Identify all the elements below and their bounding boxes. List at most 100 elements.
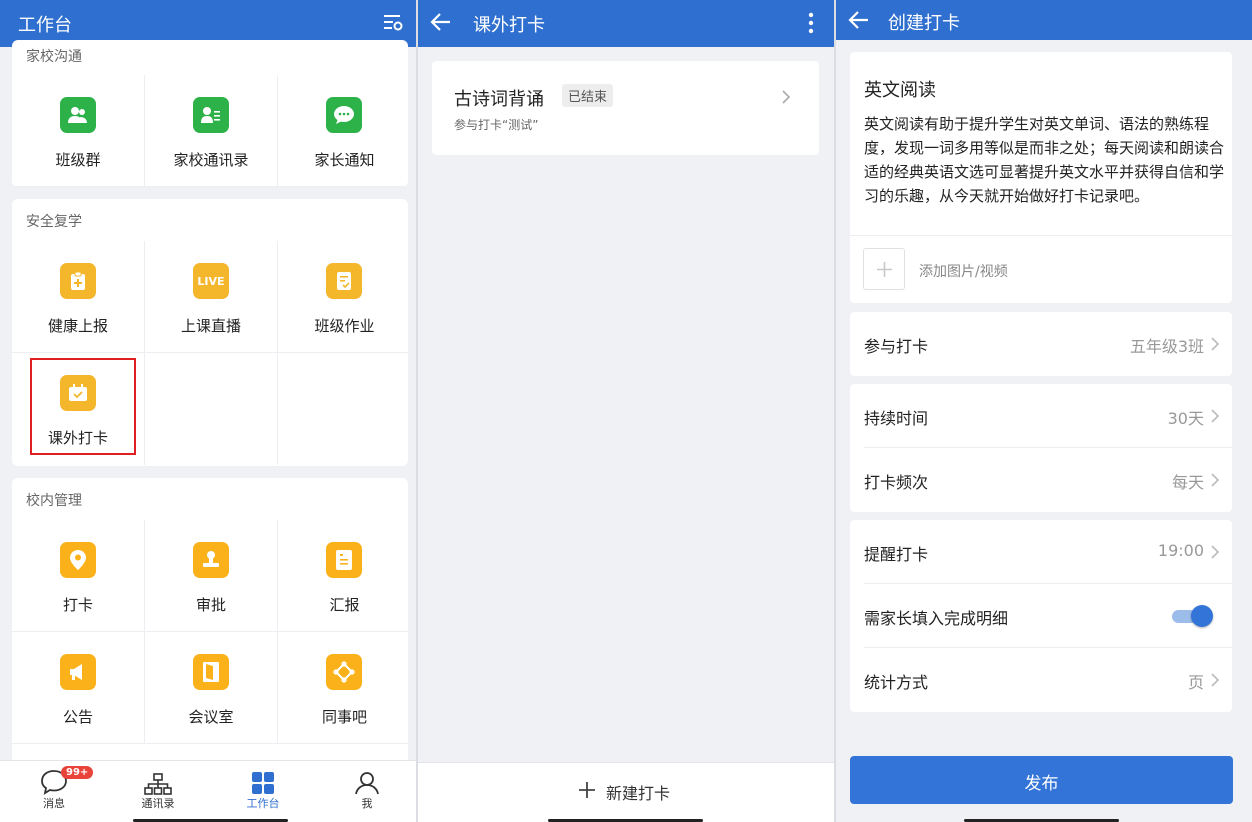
grid-item-label: 家校通讯录: [173, 151, 249, 169]
row-reminder[interactable]: 提醒打卡 19:00: [850, 520, 1232, 584]
checkin-list-panel: 课外打卡 古诗词背诵 已结束 参与打卡“测试” 新建打卡: [418, 0, 834, 822]
grid-item-label: 打卡: [62, 596, 93, 614]
highlight-box: [30, 358, 136, 455]
new-checkin-bar[interactable]: 新建打卡: [418, 762, 834, 822]
grid-item-label: 汇报: [329, 596, 360, 614]
tab-label: 消息: [43, 797, 65, 810]
row-frequency[interactable]: 打卡频次 每天: [850, 448, 1232, 512]
grid-item-live-class[interactable]: LIVE 上课直播: [145, 241, 278, 353]
unread-badge: 99+: [61, 766, 94, 779]
grid-item-label: 上课直播: [180, 317, 241, 335]
grid-item-label: 同事吧: [321, 708, 367, 726]
workbench-panel: 工作台 家校沟通 班级群 家校通讯录 家长通知 安全复学 健康上报 LIVE 上…: [0, 0, 416, 822]
contacts-card-icon: [193, 97, 229, 133]
checkin-heading[interactable]: 英文阅读: [864, 76, 936, 102]
checkin-list-header: 课外打卡: [418, 0, 834, 47]
grid-item-label: 审批: [195, 596, 226, 614]
row-statistics[interactable]: 统计方式 页: [850, 648, 1232, 712]
row-value: 五年级3班: [1129, 337, 1204, 356]
grid-item-label: 公告: [62, 708, 93, 726]
tab-messages[interactable]: 消息 99+: [24, 766, 94, 811]
homework-icon: [326, 263, 362, 299]
contacts-icon: [128, 767, 188, 795]
card-divider: [850, 235, 1232, 236]
tab-me[interactable]: 我: [337, 767, 397, 811]
clipboard-plus-icon: [60, 263, 96, 299]
row-participants[interactable]: 参与打卡 五年级3班: [850, 312, 1232, 376]
bottom-tab-bar: 消息 99+ 通讯录 工作台 我: [0, 760, 416, 822]
section-title: 安全复学: [26, 214, 82, 230]
grid-item-class-group[interactable]: 班级群: [12, 75, 145, 187]
tab-label: 工作台: [246, 797, 280, 810]
chevron-right-icon: [1211, 672, 1220, 687]
section-title: 校内管理: [26, 493, 82, 509]
tab-workbench[interactable]: 工作台: [233, 767, 293, 811]
page-title: 创建打卡: [888, 13, 960, 34]
more-vertical-icon[interactable]: [808, 12, 814, 34]
grid-item-label: 健康上报: [47, 317, 108, 335]
publish-button[interactable]: 发布: [850, 756, 1233, 804]
live-icon: LIVE: [193, 263, 229, 299]
section-school-management: 校内管理 打卡 审批 汇报 公告 会议室 同事吧: [12, 478, 408, 768]
tab-label: 我: [361, 797, 373, 810]
checkin-description[interactable]: 英文阅读有助于提升学生对英文单词、语法的熟练程度，发现一词多用等似是而非之处；每…: [864, 112, 1224, 208]
parent-detail-toggle[interactable]: [1172, 605, 1213, 627]
row-label: 持续时间: [864, 409, 929, 428]
card-title: 古诗词背诵: [454, 89, 544, 110]
checkin-card[interactable]: 古诗词背诵 已结束 参与打卡“测试”: [432, 61, 819, 155]
create-checkin-panel: 创建打卡 英文阅读 英文阅读有助于提升学生对英文单词、语法的熟练程度，发现一词多…: [836, 0, 1252, 822]
card-subtitle: 参与打卡“测试”: [454, 118, 539, 132]
tab-contacts[interactable]: 通讯录: [128, 767, 188, 811]
grid-item-label: 班级作业: [314, 317, 375, 335]
back-arrow-icon[interactable]: [430, 10, 452, 34]
workbench-icon: [233, 767, 293, 795]
grid-item-health-report[interactable]: 健康上报: [12, 241, 145, 353]
row-value: 19:00: [1157, 541, 1204, 560]
back-arrow-icon[interactable]: [848, 8, 870, 32]
grid-item-label: 会议室: [188, 708, 234, 726]
grid-item-approval[interactable]: 审批: [145, 520, 278, 632]
chevron-right-icon: [1211, 472, 1220, 487]
grid-empty-cell: [145, 353, 278, 465]
row-value: 页: [1187, 673, 1204, 692]
grid-item-parent-notice[interactable]: 家长通知: [278, 75, 408, 187]
page-title: 工作台: [18, 15, 72, 36]
row-duration[interactable]: 持续时间 30天: [850, 384, 1232, 448]
grid-item-checkin[interactable]: 打卡: [12, 520, 145, 632]
row-label: 需家长填入完成明细: [864, 609, 1009, 628]
megaphone-icon: [60, 654, 96, 690]
row-label: 统计方式: [864, 673, 929, 692]
publish-label: 发布: [1024, 774, 1059, 794]
grid-item-homework[interactable]: 班级作业: [278, 241, 408, 353]
row-label: 参与打卡: [864, 337, 929, 356]
profile-icon: [337, 767, 397, 795]
row-label: 打卡频次: [864, 473, 929, 492]
class-group-icon: [60, 97, 96, 133]
add-media-label: 添加图片/视频: [919, 264, 1008, 280]
stamp-icon: [193, 542, 229, 578]
grid-item-label: 班级群: [55, 151, 101, 169]
settings-icon[interactable]: [382, 12, 404, 34]
row-value: 30天: [1167, 409, 1204, 428]
network-icon: [326, 654, 362, 690]
new-checkin-label: 新建打卡: [606, 784, 671, 803]
grid-item-announcement[interactable]: 公告: [12, 632, 145, 744]
chevron-right-icon: [1211, 544, 1220, 559]
page-title: 课外打卡: [473, 15, 545, 36]
grid-item-report[interactable]: 汇报: [278, 520, 408, 632]
chevron-right-icon: [782, 89, 791, 108]
plus-icon: [876, 261, 893, 282]
grid-item-contacts[interactable]: 家校通讯录: [145, 75, 278, 187]
grid-item-label: 家长通知: [314, 151, 375, 169]
row-label: 提醒打卡: [864, 545, 929, 564]
live-text: LIVE: [197, 274, 225, 288]
toggle-knob: [1191, 605, 1213, 627]
description-card: 英文阅读 英文阅读有助于提升学生对英文单词、语法的熟练程度，发现一词多用等似是而…: [850, 52, 1232, 303]
grid-item-colleague-bar[interactable]: 同事吧: [278, 632, 408, 744]
chat-bubble-icon: [326, 97, 362, 133]
door-icon: [193, 654, 229, 690]
document-icon: [326, 542, 362, 578]
chevron-right-icon: [1211, 336, 1220, 351]
grid-item-meeting-room[interactable]: 会议室: [145, 632, 278, 744]
add-media-button[interactable]: [863, 248, 905, 290]
